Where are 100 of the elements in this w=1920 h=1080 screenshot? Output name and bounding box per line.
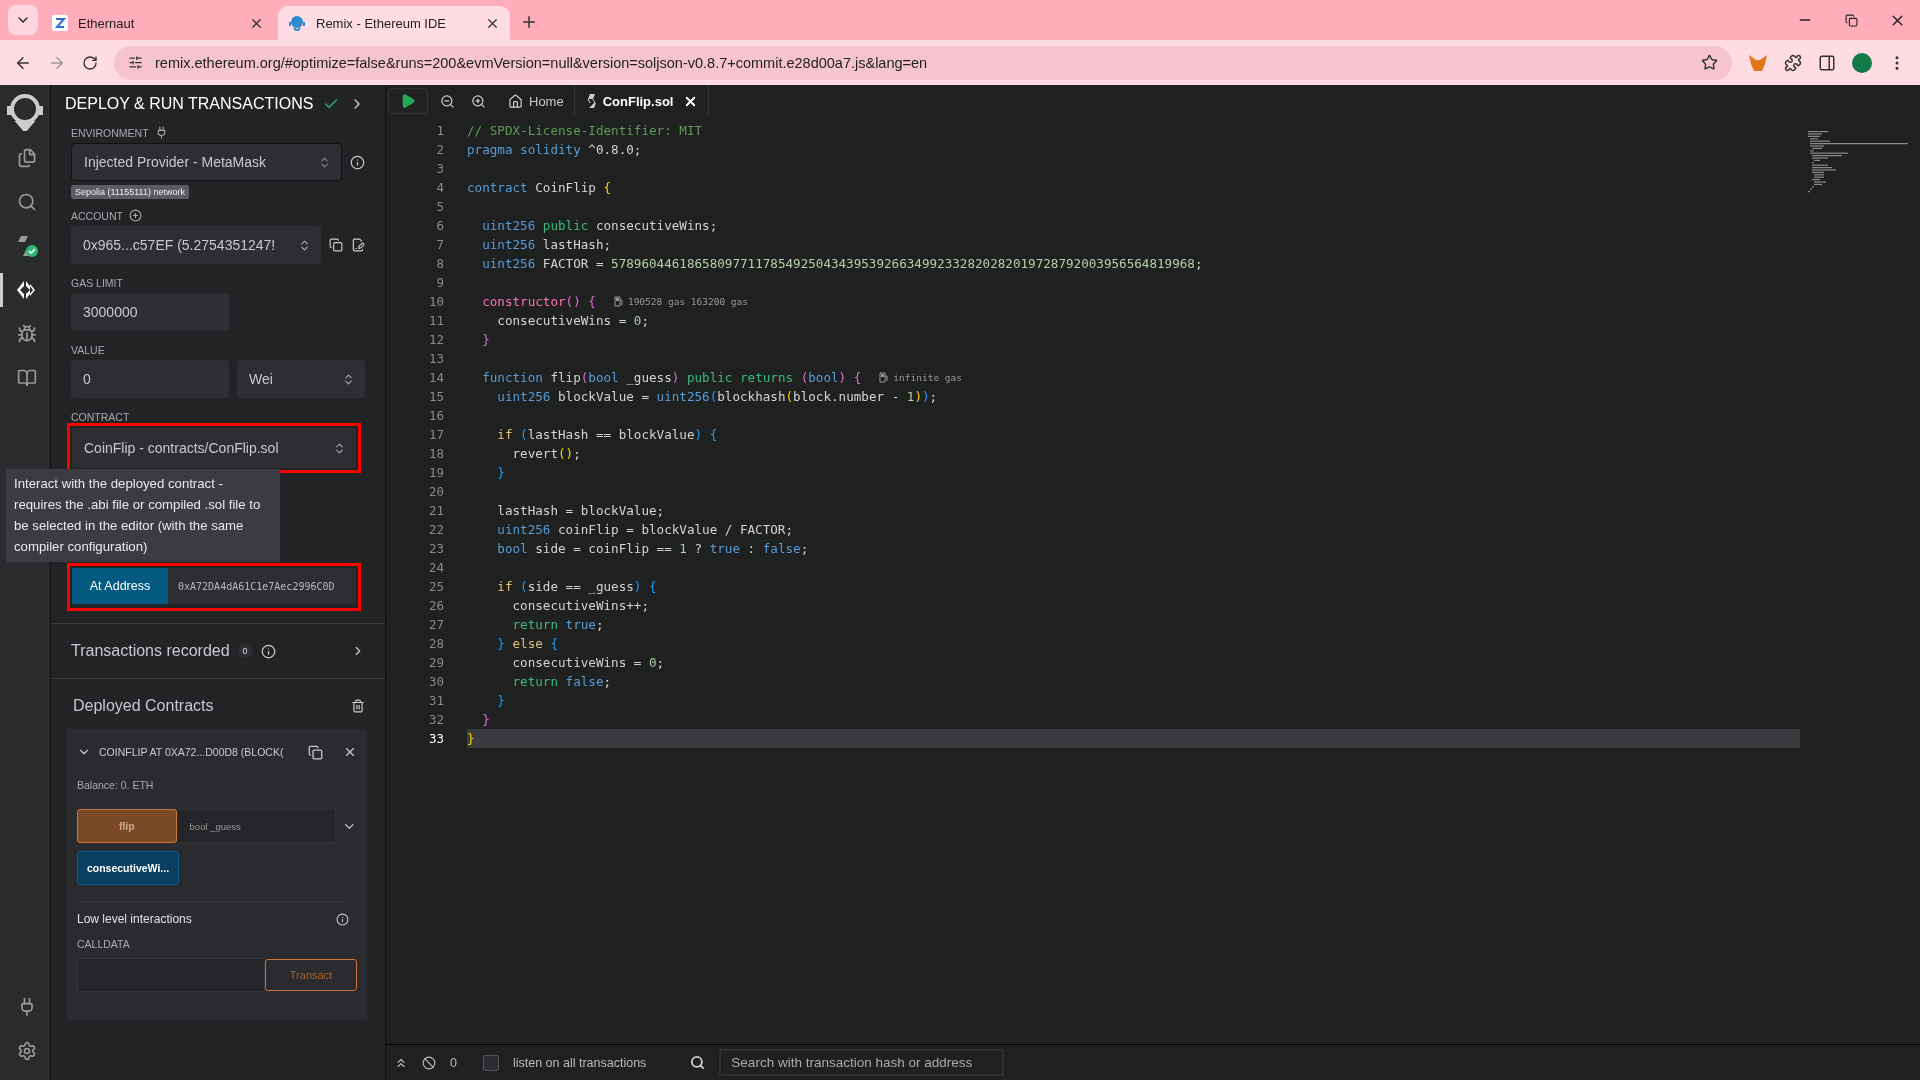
field-label: ACCOUNT — [71, 209, 123, 222]
address-bar[interactable]: remix.ethereum.org/#optimize=false&runs=200&evmVersion=null&version=soljson-v0.8.7+commit.e28d00a7.js&lang=en — [114, 45, 1732, 80]
line-number: 18 — [427, 446, 444, 461]
files-icon — [16, 148, 37, 168]
line-number: 19 — [427, 465, 444, 480]
code-line: if (lastHash == blockValue) { — [496, 427, 718, 442]
compiler-icon — [15, 234, 38, 258]
code-line: } else { — [496, 636, 558, 651]
line-number: 17 — [427, 427, 444, 442]
value-field[interactable]: 0 — [71, 360, 229, 398]
line-number: 27 — [427, 617, 444, 632]
editor-tab[interactable]: Home — [496, 85, 575, 117]
account-select[interactable]: 0x965...c57EF (5.2754351247! — [71, 226, 321, 264]
contract-select[interactable]: CoinFlip - contracts/ConFlip.sol — [72, 428, 356, 468]
code-line: } — [496, 465, 505, 480]
profile-avatar[interactable] — [1852, 52, 1872, 73]
line-number: 8 — [435, 256, 444, 271]
field-label: VALUE — [71, 344, 105, 356]
checkbox[interactable] — [482, 1054, 499, 1071]
search-icon — [690, 1055, 706, 1070]
field-label: CALLDATA — [77, 938, 130, 950]
field-label: ENVIRONMENT — [71, 126, 149, 139]
code-line: uint256 public consecutiveWins; — [481, 218, 718, 233]
line-number: 28 — [427, 636, 444, 651]
close-icon[interactable] — [343, 745, 357, 759]
field-label: GAS LIMIT — [71, 277, 123, 289]
info-icon[interactable] — [260, 643, 276, 659]
code-line: uint256 blockValue = uint256(blockhash(block.number - 1)); — [496, 389, 938, 404]
extensions-icon[interactable] — [1784, 53, 1802, 72]
restore-icon[interactable] — [1844, 13, 1858, 27]
environment-select[interactable]: Injected Provider - MetaMask — [71, 143, 342, 181]
zoom-in-icon[interactable] — [471, 93, 486, 109]
info-icon[interactable] — [350, 154, 365, 170]
line-number: 32 — [427, 712, 444, 727]
trash-icon[interactable] — [351, 699, 365, 713]
line-number: 15 — [427, 389, 444, 404]
add-icon[interactable] — [128, 209, 142, 222]
line-number: 3 — [435, 161, 444, 176]
info-icon[interactable] — [336, 912, 349, 926]
line-number: 23 — [427, 541, 444, 556]
at-address-button[interactable]: At Address — [72, 568, 168, 604]
panel-title: DEPLOY & RUN TRANSACTIONS — [65, 95, 314, 113]
browser-tab[interactable]: Remix - Ethereum IDE — [278, 6, 510, 40]
gas-limit-field[interactable]: 3000000 — [71, 293, 229, 331]
line-number: 7 — [435, 237, 444, 252]
code-line: } — [496, 693, 505, 708]
function-button[interactable]: consecutiveWi... — [77, 851, 179, 885]
bookmark-star-icon[interactable] — [1701, 54, 1718, 71]
code-line: contract CoinFlip { — [467, 180, 612, 195]
section-title[interactable]: Transactions recorded — [71, 642, 230, 660]
code-line: // SPDX-License-Identifier: MIT — [467, 123, 703, 138]
select-arrows-icon — [333, 441, 346, 455]
line-number: 25 — [427, 579, 444, 594]
run-button[interactable] — [388, 88, 428, 114]
solidity-icon — [586, 94, 597, 108]
code-line: bool side = coinFlip == 1 ? true : false; — [496, 541, 809, 556]
line-number: 9 — [435, 275, 444, 290]
unit-select[interactable]: Wei — [237, 360, 365, 398]
zoom-out-icon[interactable] — [440, 93, 455, 109]
argument-field[interactable]: bool _guess — [176, 809, 337, 843]
instance-title: COINFLIP AT 0XA72...D00D8 (BLOCK( — [99, 746, 285, 758]
home-icon — [508, 93, 523, 109]
copy-icon[interactable] — [308, 744, 323, 760]
book-icon — [16, 368, 37, 388]
line-number: 6 — [435, 218, 444, 233]
code-line: return true; — [511, 617, 604, 632]
transaction-count: 0 — [450, 1055, 457, 1070]
line-number: 2 — [435, 142, 444, 157]
edit-icon[interactable] — [351, 238, 365, 252]
favicon-icon — [52, 15, 68, 31]
browser-tab[interactable]: Ethernaut — [42, 6, 274, 40]
checkbox-label: listen on all transactions — [512, 1055, 647, 1070]
gas-pump-icon — [879, 372, 890, 383]
play-icon — [400, 93, 416, 109]
settings-icon[interactable] — [16, 1041, 37, 1061]
calldata-field[interactable] — [77, 958, 265, 992]
line-number: 26 — [427, 598, 444, 613]
site-info-icon[interactable] — [128, 55, 143, 70]
address-field[interactable]: 0xA72DA4dA61C1e7Aec2996C0D — [168, 568, 356, 604]
copy-icon[interactable] — [329, 238, 343, 252]
count-badge: 0 — [237, 644, 253, 658]
line-number: 12 — [427, 332, 444, 347]
new-tab-icon[interactable] — [520, 13, 538, 31]
search-field[interactable]: Search with transaction hash or address — [719, 1049, 1005, 1076]
line-number: 30 — [427, 674, 444, 689]
code-line: function flip(bool _guess) public returns (bool) { — [481, 370, 862, 385]
code-line: uint256 lastHash; — [481, 237, 612, 252]
line-number: 31 — [427, 693, 444, 708]
code-line: consecutiveWins++; — [511, 598, 649, 613]
select-arrows-icon — [298, 238, 311, 252]
field-label: CONTRACT — [71, 411, 130, 423]
reload-icon[interactable] — [82, 54, 98, 71]
favicon-icon — [288, 15, 306, 31]
code-line: } — [467, 731, 475, 746]
code-line: uint256 coinFlip = blockValue / FACTOR; — [496, 522, 794, 537]
tooltip: Interact with the deployed contract - requires the .abi file or compiled .sol file to be selected in the editor (with the same compiler configuration) — [6, 469, 280, 562]
section-title: Low level interactions — [77, 912, 193, 926]
side-panel-icon[interactable] — [1818, 53, 1836, 72]
tab-list-button[interactable] — [8, 5, 38, 35]
clear-icon[interactable] — [422, 1055, 436, 1070]
